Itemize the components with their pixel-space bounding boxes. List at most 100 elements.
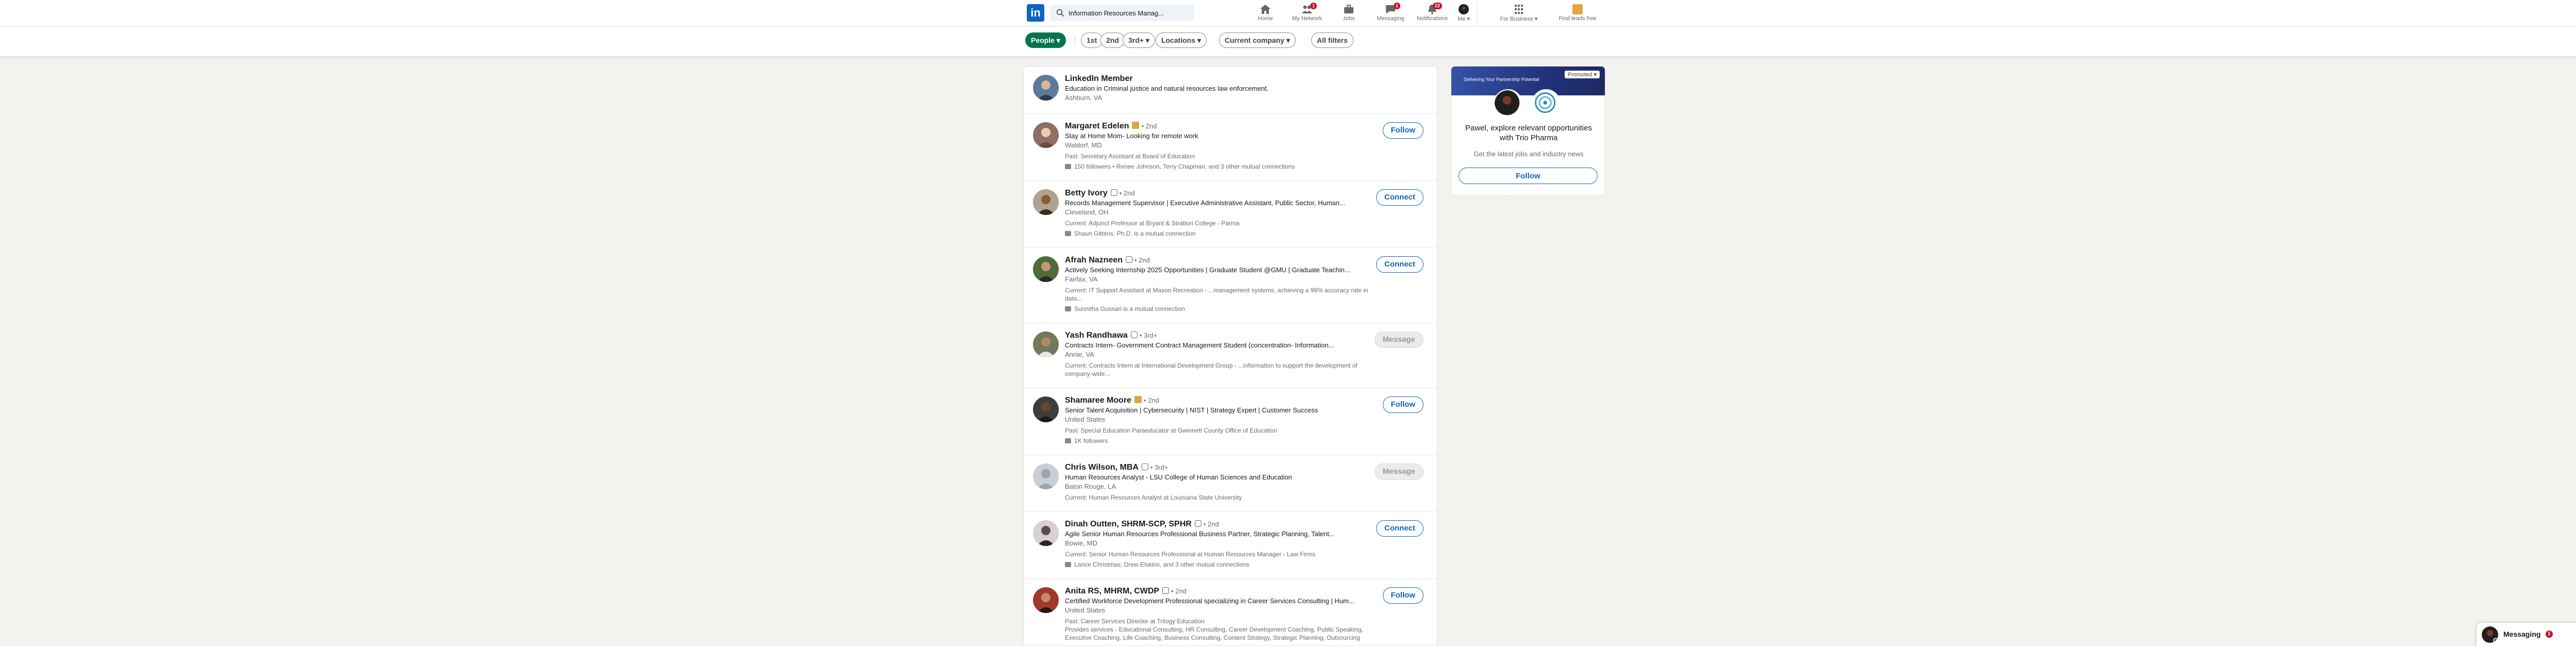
connection-degree: • 2nd bbox=[1119, 189, 1135, 197]
third-degree-filter[interactable]: 3rd+ ▾ bbox=[1123, 32, 1155, 48]
nav-divider bbox=[1477, 2, 1478, 25]
followers-icon bbox=[1065, 438, 1071, 443]
connect-button[interactable]: Connect bbox=[1376, 256, 1423, 273]
sponsored-ad: Delivering Your Partnership Potential Pr… bbox=[1451, 66, 1605, 196]
mutual-connections[interactable]: Sunnitha Gussari is a mutual connection bbox=[1074, 305, 1185, 312]
verified-icon bbox=[1110, 189, 1117, 196]
chevron-down-icon: ▾ bbox=[1594, 72, 1597, 78]
avatar[interactable] bbox=[1033, 463, 1059, 489]
nav-find-leads[interactable]: Find leads free bbox=[1556, 2, 1599, 25]
connection-degree: • 2nd bbox=[1141, 122, 1157, 130]
linkedin-logo[interactable]: in bbox=[1027, 4, 1044, 22]
result-summary: Past: Secretary Assistant at Board of Ed… bbox=[1065, 153, 1195, 160]
bell-icon: 22 bbox=[1427, 3, 1442, 14]
home-icon: 0 bbox=[1260, 4, 1271, 14]
connections-icon bbox=[1065, 306, 1071, 311]
verified-icon bbox=[1194, 520, 1201, 527]
nav-home[interactable]: 0 Home bbox=[1244, 2, 1287, 25]
result-card: Yash Randhawa • 3rd+ Contracts Intern- Go… bbox=[1024, 323, 1437, 388]
locations-filter[interactable]: Locations ▾ bbox=[1156, 32, 1207, 48]
current-company-filter[interactable]: Current company ▾ bbox=[1219, 32, 1296, 48]
follow-button[interactable]: Follow bbox=[1382, 122, 1423, 139]
connect-button[interactable]: Connect bbox=[1376, 520, 1423, 537]
notifications-badge: 22 bbox=[1432, 3, 1442, 9]
result-summary: Current: Adjunct Professor at Bryant & S… bbox=[1065, 220, 1240, 227]
messaging-count: 1 bbox=[2546, 631, 2553, 638]
avatar[interactable] bbox=[1033, 189, 1059, 215]
promoted-label[interactable]: Promoted ▾ bbox=[1564, 71, 1600, 78]
result-name[interactable]: Betty Ivory bbox=[1065, 189, 1108, 197]
briefcase-icon bbox=[1343, 4, 1354, 14]
connect-button[interactable]: Connect bbox=[1376, 189, 1423, 206]
nav-me[interactable]: Me ▾ bbox=[1451, 2, 1477, 25]
premium-icon bbox=[1572, 4, 1583, 14]
global-nav: in 0 Home 1 My Network Jobs 1 Messagi bbox=[0, 0, 2576, 27]
chevron-down-icon: ▾ bbox=[1286, 36, 1290, 44]
first-degree-filter[interactable]: 1st bbox=[1081, 32, 1103, 48]
avatar[interactable] bbox=[1033, 396, 1059, 422]
connections-icon bbox=[1065, 231, 1071, 236]
result-location: Bowie, MD bbox=[1065, 539, 1097, 547]
user-avatar bbox=[1494, 89, 1522, 118]
ad-follow-button[interactable]: Follow bbox=[1459, 168, 1598, 184]
result-headline: Senior Talent Acquisition | Cybersecurit… bbox=[1065, 406, 1318, 414]
search-results-list: LinkedIn Member Education in Criminal ju… bbox=[1023, 66, 1437, 646]
follow-button[interactable]: Follow bbox=[1382, 587, 1423, 604]
avatar[interactable] bbox=[1033, 256, 1059, 282]
result-name[interactable]: Dinah Outten, SHRM-SCP, SPHR bbox=[1065, 520, 1192, 528]
avatar[interactable] bbox=[1033, 75, 1059, 101]
result-name[interactable]: Yash Randhawa bbox=[1065, 331, 1128, 340]
result-card: Margaret Edelen • 2nd Stay at Home Mom- L… bbox=[1024, 114, 1437, 181]
ad-title: Pawel, explore relevant opportunities wi… bbox=[1465, 124, 1592, 142]
nav-for-business[interactable]: For Business ▾ bbox=[1497, 2, 1540, 25]
avatar[interactable] bbox=[1033, 587, 1059, 613]
avatar[interactable] bbox=[1033, 332, 1059, 357]
messaging-label: Messaging bbox=[2503, 630, 2541, 638]
result-summary-cont: Provides services - Educational Consulti… bbox=[1065, 626, 1363, 633]
second-degree-filter[interactable]: 2nd bbox=[1100, 32, 1125, 48]
result-card: Betty Ivory • 2nd Records Management Supe… bbox=[1024, 181, 1437, 248]
connection-degree: • 3rd+ bbox=[1139, 332, 1158, 339]
all-filters-button[interactable]: All filters bbox=[1311, 32, 1353, 48]
follow-button[interactable]: Follow bbox=[1382, 396, 1423, 413]
avatar[interactable] bbox=[1033, 122, 1059, 148]
result-name[interactable]: Margaret Edelen bbox=[1065, 122, 1129, 130]
result-headline: Stay at Home Mom- Looking for remote wor… bbox=[1065, 132, 1198, 140]
message-button[interactable]: Message bbox=[1374, 332, 1423, 348]
nav-notifications[interactable]: 22 Notifications bbox=[1411, 2, 1454, 25]
search-input[interactable] bbox=[1069, 8, 1187, 18]
result-name[interactable]: Shamaree Moore bbox=[1065, 396, 1131, 405]
result-name[interactable]: LinkedIn Member bbox=[1065, 74, 1133, 83]
result-name[interactable]: Anita RS, MHRM, CWDP bbox=[1065, 587, 1159, 595]
avatar[interactable] bbox=[1033, 520, 1059, 546]
company-logo bbox=[1532, 89, 1561, 118]
ad-tagline: Delivering Your Partnership Potential bbox=[1464, 77, 1539, 82]
mutual-connections[interactable]: Lance Christmas, Drew Elskins, and 3 oth… bbox=[1074, 561, 1249, 568]
result-name[interactable]: Chris Wilson, MBA bbox=[1065, 463, 1139, 472]
messaging-icon: 1 bbox=[1385, 3, 1400, 14]
message-button[interactable]: Message bbox=[1374, 463, 1423, 480]
connection-degree: • 2nd bbox=[1143, 396, 1159, 404]
chevron-down-icon: ▾ bbox=[1534, 16, 1538, 22]
premium-badge-icon bbox=[1134, 396, 1142, 403]
result-summary: Current: Contracts Intern at Internation… bbox=[1065, 362, 1358, 369]
mutual-connections[interactable]: 150 followers • Renee Johnson, Terry Cha… bbox=[1074, 163, 1295, 170]
connection-degree: • 2nd bbox=[1134, 256, 1150, 264]
people-filter-button[interactable]: People ▾ bbox=[1025, 32, 1066, 48]
search-filter-bar: People ▾ 1st 2nd 3rd+ ▾ Locations ▾ Curr… bbox=[0, 27, 2576, 57]
messaging-overlay[interactable]: Messaging 1 ••• ✎ ⌃ bbox=[2476, 622, 2576, 646]
nav-my-network[interactable]: 1 My Network bbox=[1285, 2, 1329, 25]
nav-messaging[interactable]: 1 Messaging bbox=[1369, 2, 1412, 25]
result-location: Ashburn, VA bbox=[1065, 94, 1103, 102]
nav-jobs[interactable]: Jobs bbox=[1327, 2, 1370, 25]
search-bar[interactable] bbox=[1050, 5, 1194, 21]
result-location: Cleveland, OH bbox=[1065, 208, 1109, 216]
result-card: Chris Wilson, MBA • 3rd+ Human Resources … bbox=[1024, 455, 1437, 512]
result-location: Fairfax, VA bbox=[1065, 275, 1098, 283]
avatar bbox=[2482, 626, 2498, 643]
result-headline: Human Resources Analyst - LSU College of… bbox=[1065, 473, 1292, 481]
result-summary-cont: Executive Coaching, Life Coaching, Busin… bbox=[1065, 634, 1360, 641]
mutual-connections[interactable]: Shaun Gittens, Ph.D. is a mutual connect… bbox=[1074, 230, 1195, 237]
result-name[interactable]: Afrah Nazneen bbox=[1065, 256, 1123, 264]
connections-icon bbox=[1065, 164, 1071, 169]
